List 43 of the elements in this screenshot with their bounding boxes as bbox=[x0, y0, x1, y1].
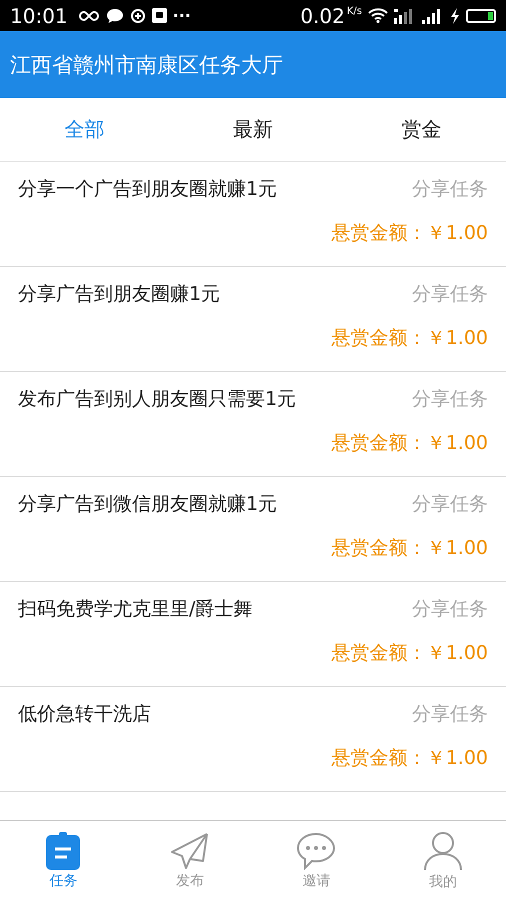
task-type: 分享任务 bbox=[412, 597, 488, 622]
app-icon bbox=[152, 8, 167, 23]
task-type: 分享任务 bbox=[412, 702, 488, 727]
page-title: 江西省赣州市南康区任务大厅 bbox=[10, 52, 283, 78]
reward-amount: 悬赏金额：￥1.00 bbox=[332, 536, 488, 561]
reward-amount: 悬赏金额：￥1.00 bbox=[332, 746, 488, 771]
task-type: 分享任务 bbox=[412, 492, 488, 517]
user-icon bbox=[422, 830, 463, 870]
reward-amount: 悬赏金额：￥1.00 bbox=[332, 221, 488, 246]
filter-tab[interactable]: 最新 bbox=[168, 98, 338, 161]
reward-amount: 悬赏金额：￥1.00 bbox=[332, 431, 488, 456]
network-speed: 0.02 bbox=[300, 4, 345, 28]
filter-tab[interactable]: 赏金 bbox=[337, 98, 506, 161]
task-item[interactable]: 扫码免费学尤克里里/爵士舞 分享任务 悬赏金额：￥1.00 bbox=[0, 582, 506, 687]
infinity-icon bbox=[78, 10, 100, 22]
task-title: 发布广告到别人朋友圈只需要1元 bbox=[18, 387, 296, 412]
more-notifications: ··· bbox=[172, 6, 191, 25]
paper-plane-icon bbox=[170, 832, 210, 870]
task-type: 分享任务 bbox=[412, 177, 488, 202]
task-item[interactable]: 低价急转干洗店 分享任务 悬赏金额：￥1.00 bbox=[0, 687, 506, 792]
task-item[interactable]: 发布广告到别人朋友圈只需要1元 分享任务 悬赏金额：￥1.00 bbox=[0, 372, 506, 477]
task-title: 分享一个广告到朋友圈就赚1元 bbox=[18, 177, 278, 202]
task-item[interactable]: 分享广告到朋友圈赚1元 分享任务 悬赏金额：￥1.00 bbox=[0, 267, 506, 372]
nav-tab[interactable]: 任务 bbox=[0, 821, 126, 900]
speed-unit: K/s bbox=[346, 6, 362, 17]
reward-amount: 悬赏金额：￥1.00 bbox=[332, 326, 488, 351]
battery-icon bbox=[466, 8, 496, 22]
status-time: 10:01 bbox=[10, 4, 68, 28]
task-title: 低价急转干洗店 bbox=[18, 702, 151, 727]
chat-bubble-icon bbox=[106, 8, 124, 24]
reward-amount: 悬赏金额：￥1.00 bbox=[332, 641, 488, 666]
task-item[interactable]: 分享广告到微信朋友圈就赚1元 分享任务 悬赏金额：￥1.00 bbox=[0, 477, 506, 582]
task-type: 分享任务 bbox=[412, 282, 488, 307]
task-title: 分享广告到朋友圈赚1元 bbox=[18, 282, 220, 307]
task-title: 分享广告到微信朋友圈就赚1元 bbox=[18, 492, 278, 517]
task-type: 分享任务 bbox=[412, 387, 488, 412]
clipboard-icon bbox=[46, 832, 80, 870]
charging-icon bbox=[450, 8, 460, 24]
wifi-icon bbox=[368, 8, 388, 23]
chat-icon bbox=[296, 832, 336, 870]
task-title: 扫码免费学尤克里里/爵士舞 bbox=[18, 597, 252, 622]
filter-tab[interactable]: 全部 bbox=[0, 98, 169, 161]
task-item[interactable]: 分享一个广告到朋友圈就赚1元 分享任务 悬赏金额：￥1.00 bbox=[0, 162, 506, 267]
